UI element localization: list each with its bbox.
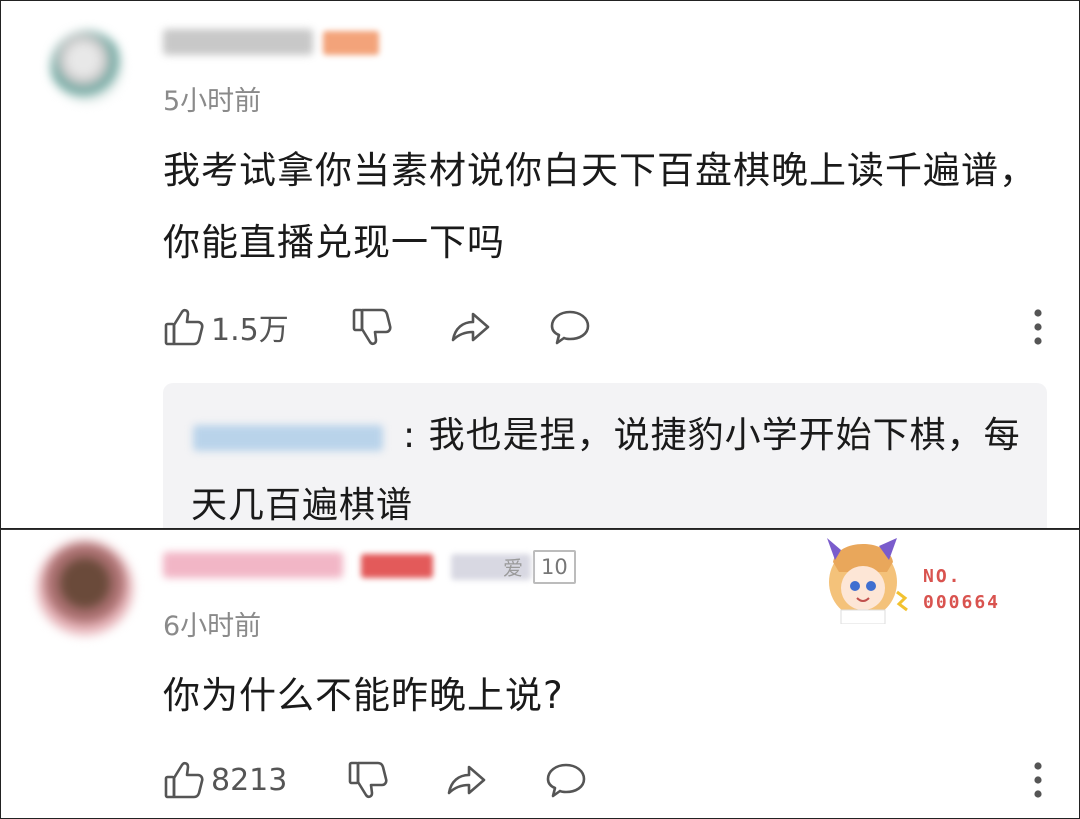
reply-text: : 我也是捏，说捷豹小学开始下棋，每天几百遍棋谱 [191,415,1021,526]
comment-actions: 1.5万 [163,303,1043,351]
thumbs-down-icon [348,761,388,799]
comment-time: 5小时前 [163,86,262,117]
user-avatar[interactable] [37,540,133,636]
reply-button[interactable] [545,756,587,804]
reply-button[interactable] [549,303,591,351]
user-avatar[interactable] [51,31,123,103]
comment-card: 5小时前 我考试拿你当素材说你白天下百盘棋晚上读千遍谱，你能直播兑现一下吗 1.… [0,0,1080,529]
comment-content: 我考试拿你当素材说你白天下百盘棋晚上读千遍谱，你能直播兑现一下吗 [163,149,1037,264]
share-arrow-icon [447,765,486,795]
fan-badge: 爱 10 [451,550,576,584]
share-arrow-icon [451,312,490,342]
nft-label: NO. [923,566,962,587]
user-level-badge [361,554,433,578]
comment-actions: 8213 [163,756,1043,804]
share-button[interactable] [449,303,491,351]
comment-bubble-icon [550,310,590,345]
username[interactable] [163,29,313,55]
dislike-button[interactable] [347,756,389,804]
more-vertical-icon[interactable] [1033,307,1043,347]
thumbs-up-icon [164,761,204,799]
more-vertical-icon[interactable] [1033,760,1043,800]
thumbs-down-icon [352,308,392,346]
comment-time: 6小时前 [163,611,262,642]
comment-content: 你为什么不能昨晚上说? [163,674,564,717]
like-button[interactable]: 1.5万 [163,303,289,351]
comment-bubble-icon [546,763,586,798]
username[interactable] [163,552,343,578]
reply-preview[interactable]: : 我也是捏，说捷豹小学开始下棋，每天几百遍棋谱 [163,383,1047,528]
anime-girl-icon [827,538,908,625]
share-button[interactable] [445,756,487,804]
like-button[interactable]: 8213 [163,756,287,804]
user-level-badge [323,31,379,55]
like-count: 8213 [211,762,288,798]
nft-card-badge[interactable]: NO. 000664 [813,532,1043,625]
fan-badge-heart: 爱 [503,556,523,580]
thumbs-up-icon [164,308,204,346]
dislike-button[interactable] [351,303,393,351]
like-count: 1.5万 [211,313,289,348]
nft-number: 000664 [923,592,1001,613]
fan-badge-level: 10 [533,550,576,584]
comment-card: 爱 10 NO. 000664 6小时前 你为什么不能昨晚上说? 8213 [0,529,1080,819]
